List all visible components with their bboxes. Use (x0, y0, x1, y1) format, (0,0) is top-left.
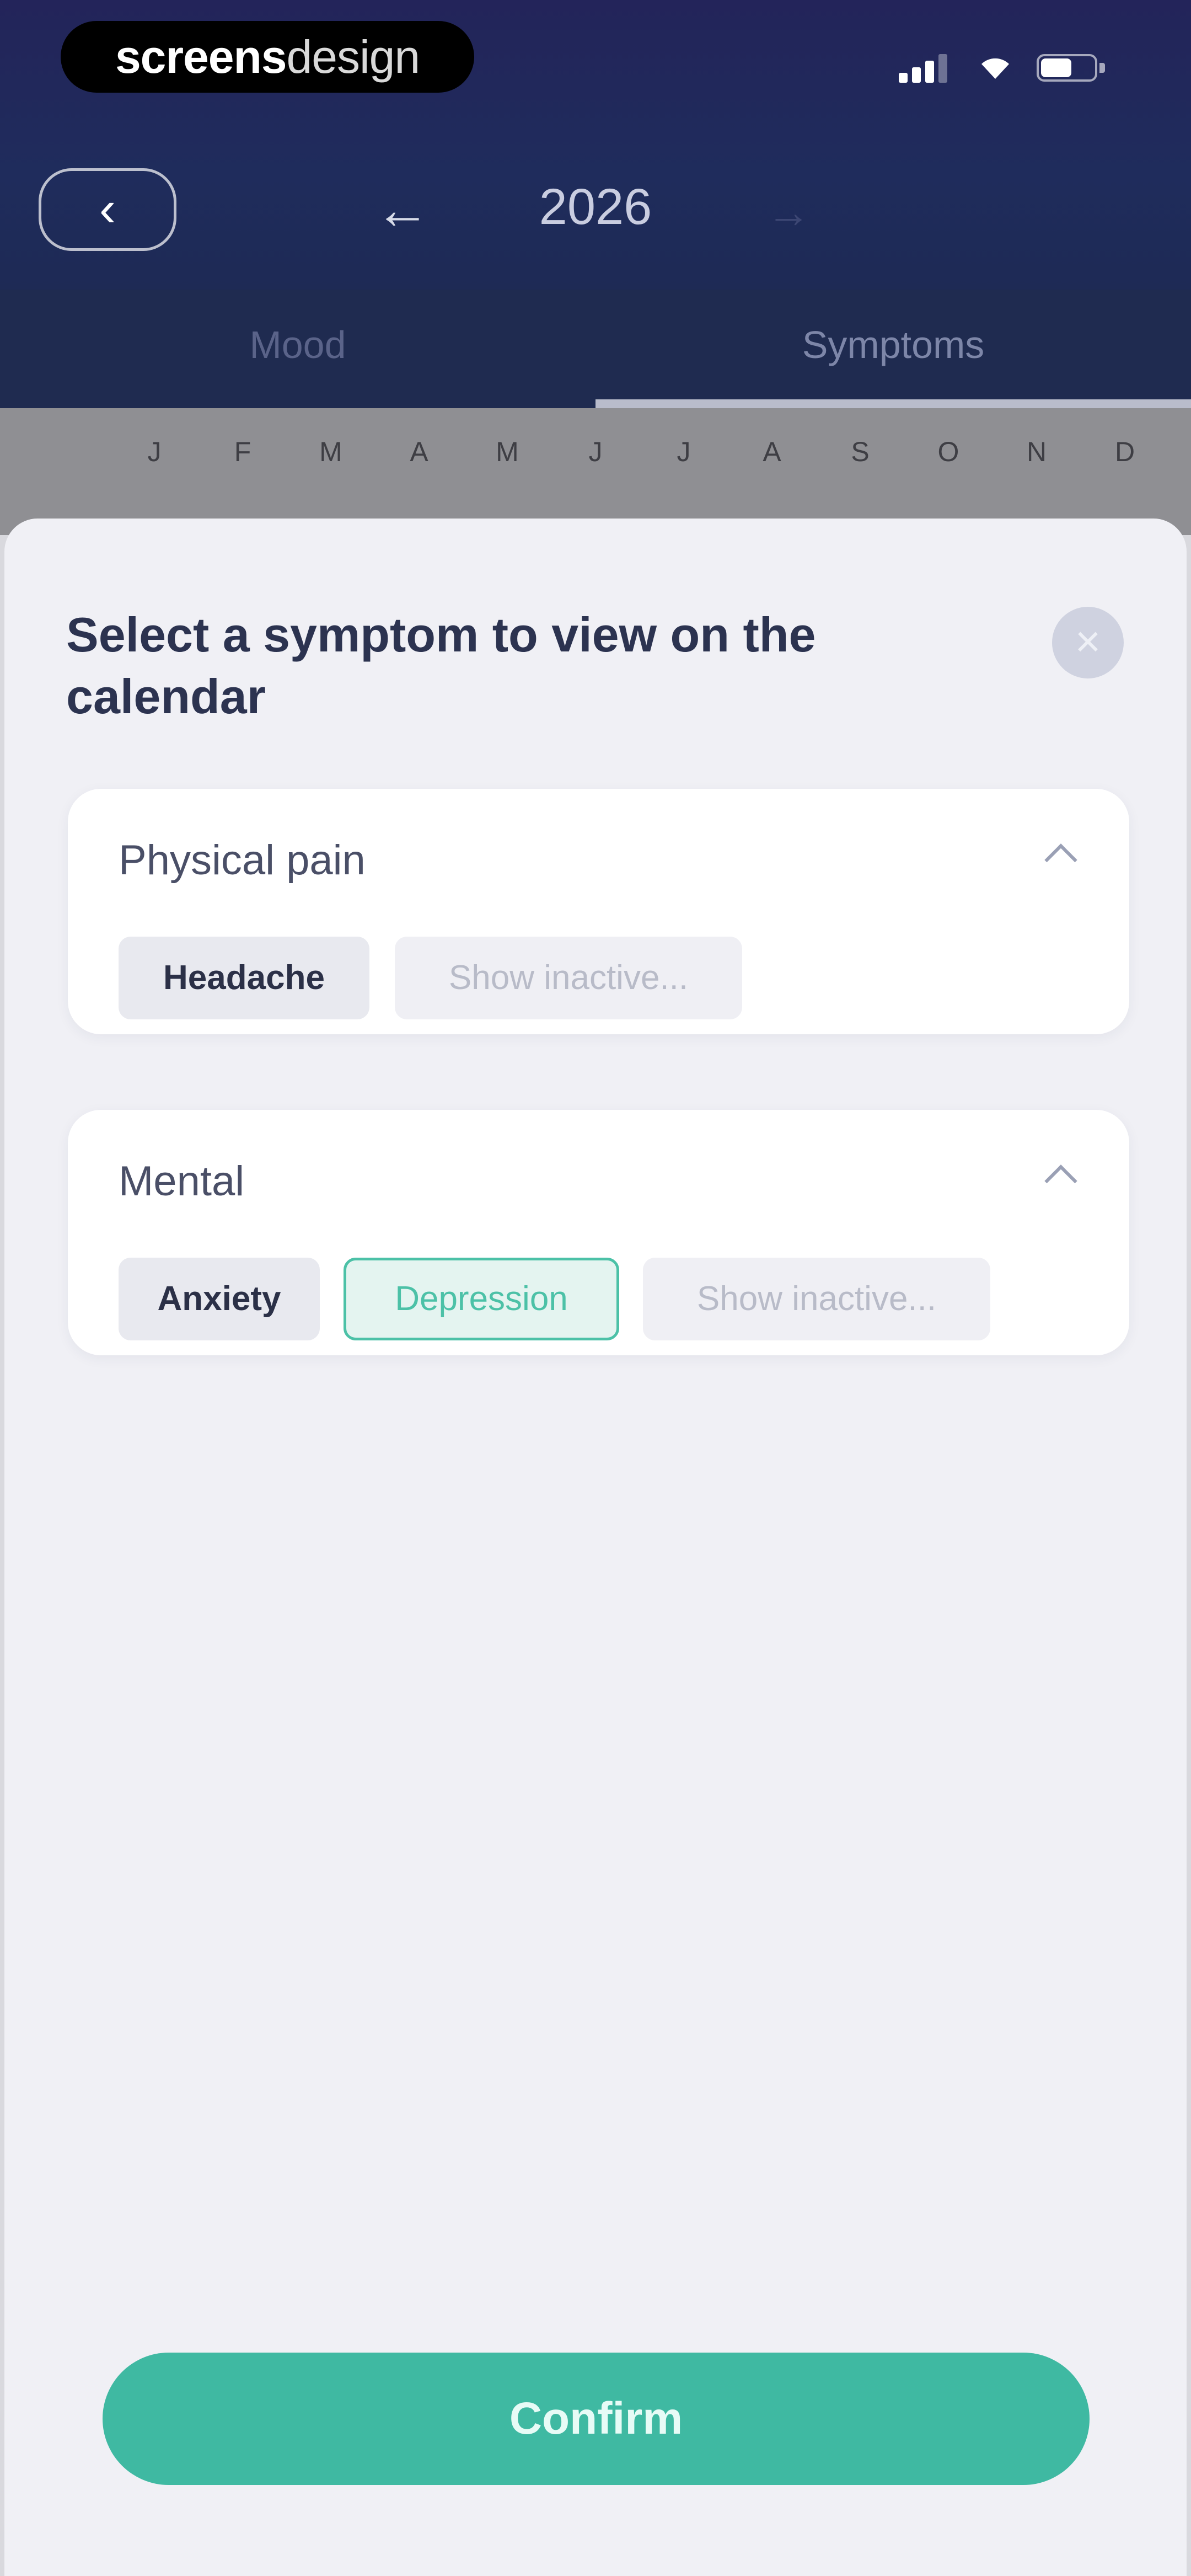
month-label: O (937, 436, 959, 467)
top-bar: screensdesign ‹ ← 2026 → (0, 0, 1191, 290)
battery-icon (1037, 49, 1114, 87)
month-label: F (234, 436, 251, 467)
month-label: J (147, 436, 162, 467)
symptom-picker-sheet: Select a symptom to view on the calendar… (4, 519, 1187, 2576)
chip-anxiety[interactable]: Anxiety (119, 1258, 320, 1340)
active-tab-indicator (596, 399, 1191, 408)
arrow-left-icon: ← (375, 179, 430, 241)
year-label: 2026 (539, 179, 652, 235)
tab-symptoms[interactable]: Symptoms (596, 290, 1191, 408)
wifi-icon (976, 49, 1015, 87)
month-label: D (1114, 436, 1135, 467)
sheet-title: Select a symptom to view on the calendar (66, 607, 816, 724)
confirm-button[interactable]: Confirm (103, 2353, 1090, 2485)
symptom-group-mental: Mental Anxiety Depression Show inactive.… (68, 1110, 1129, 1355)
month-label: M (496, 436, 519, 467)
show-inactive-button[interactable]: Show inactive... (395, 937, 742, 1019)
chevron-up-icon[interactable] (1044, 1164, 1077, 1198)
month-label: J (588, 436, 603, 467)
group-title: Mental (119, 1158, 245, 1205)
show-inactive-button[interactable]: Show inactive... (643, 1258, 990, 1340)
month-label: A (763, 436, 781, 467)
chip-depression[interactable]: Depression (344, 1258, 619, 1340)
close-icon: × (1075, 617, 1101, 666)
chevron-up-icon[interactable] (1044, 843, 1077, 877)
symptom-group-physical-pain: Physical pain Headache Show inactive... (68, 789, 1129, 1034)
back-button[interactable]: ‹ (39, 168, 176, 251)
tab-bar: Mood Symptoms (0, 290, 1191, 408)
arrow-right-icon: → (766, 188, 811, 237)
previous-year-button[interactable]: ← (375, 177, 430, 243)
next-year-button[interactable]: → (766, 182, 811, 243)
close-button[interactable]: × (1052, 607, 1124, 678)
tab-mood[interactable]: Mood (0, 290, 596, 408)
month-header-row: J F M A M J J A S O N D (0, 408, 1191, 535)
month-label: J (677, 436, 691, 467)
cellular-signal-icon (899, 49, 954, 87)
month-label: M (319, 436, 342, 467)
month-label: S (851, 436, 870, 467)
group-title: Physical pain (119, 837, 366, 884)
chevron-left-icon: ‹ (99, 181, 116, 237)
month-label: A (410, 436, 428, 467)
screensdesign-logo: screensdesign (61, 21, 474, 93)
chip-headache[interactable]: Headache (119, 937, 369, 1019)
month-label: N (1026, 436, 1047, 467)
